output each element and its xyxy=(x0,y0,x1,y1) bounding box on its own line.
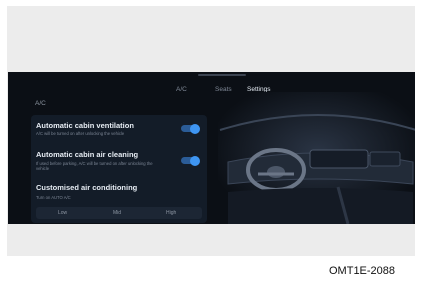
section-title: A/C xyxy=(35,100,46,107)
ventilation-toggle[interactable] xyxy=(181,123,200,134)
toggle-knob xyxy=(190,155,200,166)
car-interior-illustration xyxy=(218,92,415,224)
ac-level-selector: Low Mid High xyxy=(36,207,202,219)
level-low-option[interactable]: Low xyxy=(58,210,67,216)
level-high-option[interactable]: High xyxy=(166,210,176,216)
settings-panel: Automatic cabin ventilation A/C will be … xyxy=(31,115,207,223)
setting-title-custom-ac: Customised air conditioning xyxy=(36,183,138,192)
drag-handle[interactable] xyxy=(198,74,246,76)
tab-ac[interactable]: A/C xyxy=(176,86,187,93)
figure-caption: OMT1E-2088 xyxy=(329,265,396,277)
setting-title-ventilation: Automatic cabin ventilation xyxy=(36,121,134,130)
setting-desc-air-cleaning: If used before parking, A/C will be turn… xyxy=(36,161,153,172)
setting-desc-ventilation: A/C will be turned on after unlocking th… xyxy=(36,131,125,136)
toggle-knob xyxy=(190,123,200,134)
air-cleaning-toggle[interactable] xyxy=(181,155,200,166)
setting-desc-custom-ac: Turn on AUTO A/C xyxy=(36,195,71,200)
level-mid-option[interactable]: Mid xyxy=(113,210,121,216)
setting-title-air-cleaning: Automatic cabin air cleaning xyxy=(36,150,139,159)
infotainment-screen: A/C Seats Settings A/C Automatic cabin v… xyxy=(8,72,415,224)
